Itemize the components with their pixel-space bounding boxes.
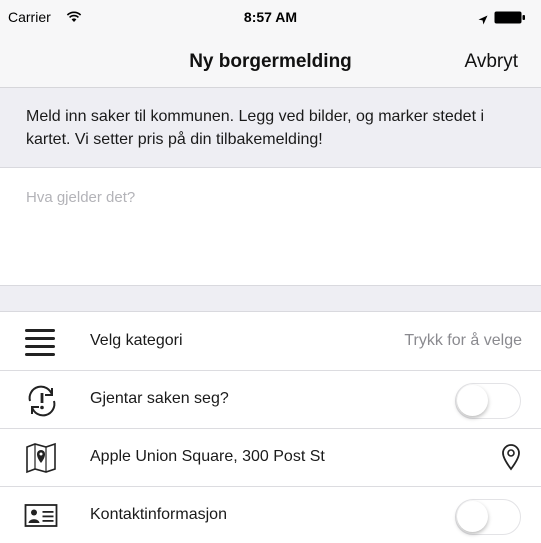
category-value: Trykk for å velge [404,332,522,349]
toggle-knob [457,385,488,416]
status-bar: Carrier 8:57 AM [0,0,541,34]
recurring-label: Gjentar saken seg? [90,390,229,407]
location-label: Apple Union Square, 300 Post St [90,448,325,465]
page-title: Ny borgermelding [189,51,352,72]
category-row[interactable]: Velg kategori Trykk for å velge [0,313,541,371]
battery-icon [494,11,526,29]
description-input[interactable] [0,169,541,285]
navigation-bar: Ny borgermelding Avbryt [0,34,541,88]
recurring-alert-icon [24,384,58,417]
contact-toggle[interactable] [455,499,521,535]
contact-label: Kontaktinformasjon [90,506,227,523]
map-icon [24,442,58,474]
recurring-toggle[interactable] [455,383,521,419]
contact-row: Kontaktinformasjon [0,487,541,543]
list-lines-icon [24,326,58,358]
location-row[interactable]: Apple Union Square, 300 Post St [0,429,541,487]
info-text: Meld inn saker til kommunen. Legg ved bi… [26,108,485,148]
recurring-row: Gjentar saken seg? [0,371,541,429]
location-arrow-icon [478,12,488,30]
status-time: 8:57 AM [243,9,298,25]
category-label: Velg kategori [90,332,183,349]
toggle-knob [457,501,488,532]
contact-card-icon [24,500,58,532]
info-banner: Meld inn saker til kommunen. Legg ved bi… [0,88,541,168]
cancel-button[interactable]: Avbryt [464,51,518,73]
section-separator [0,285,541,312]
location-pin-icon[interactable] [501,443,521,476]
